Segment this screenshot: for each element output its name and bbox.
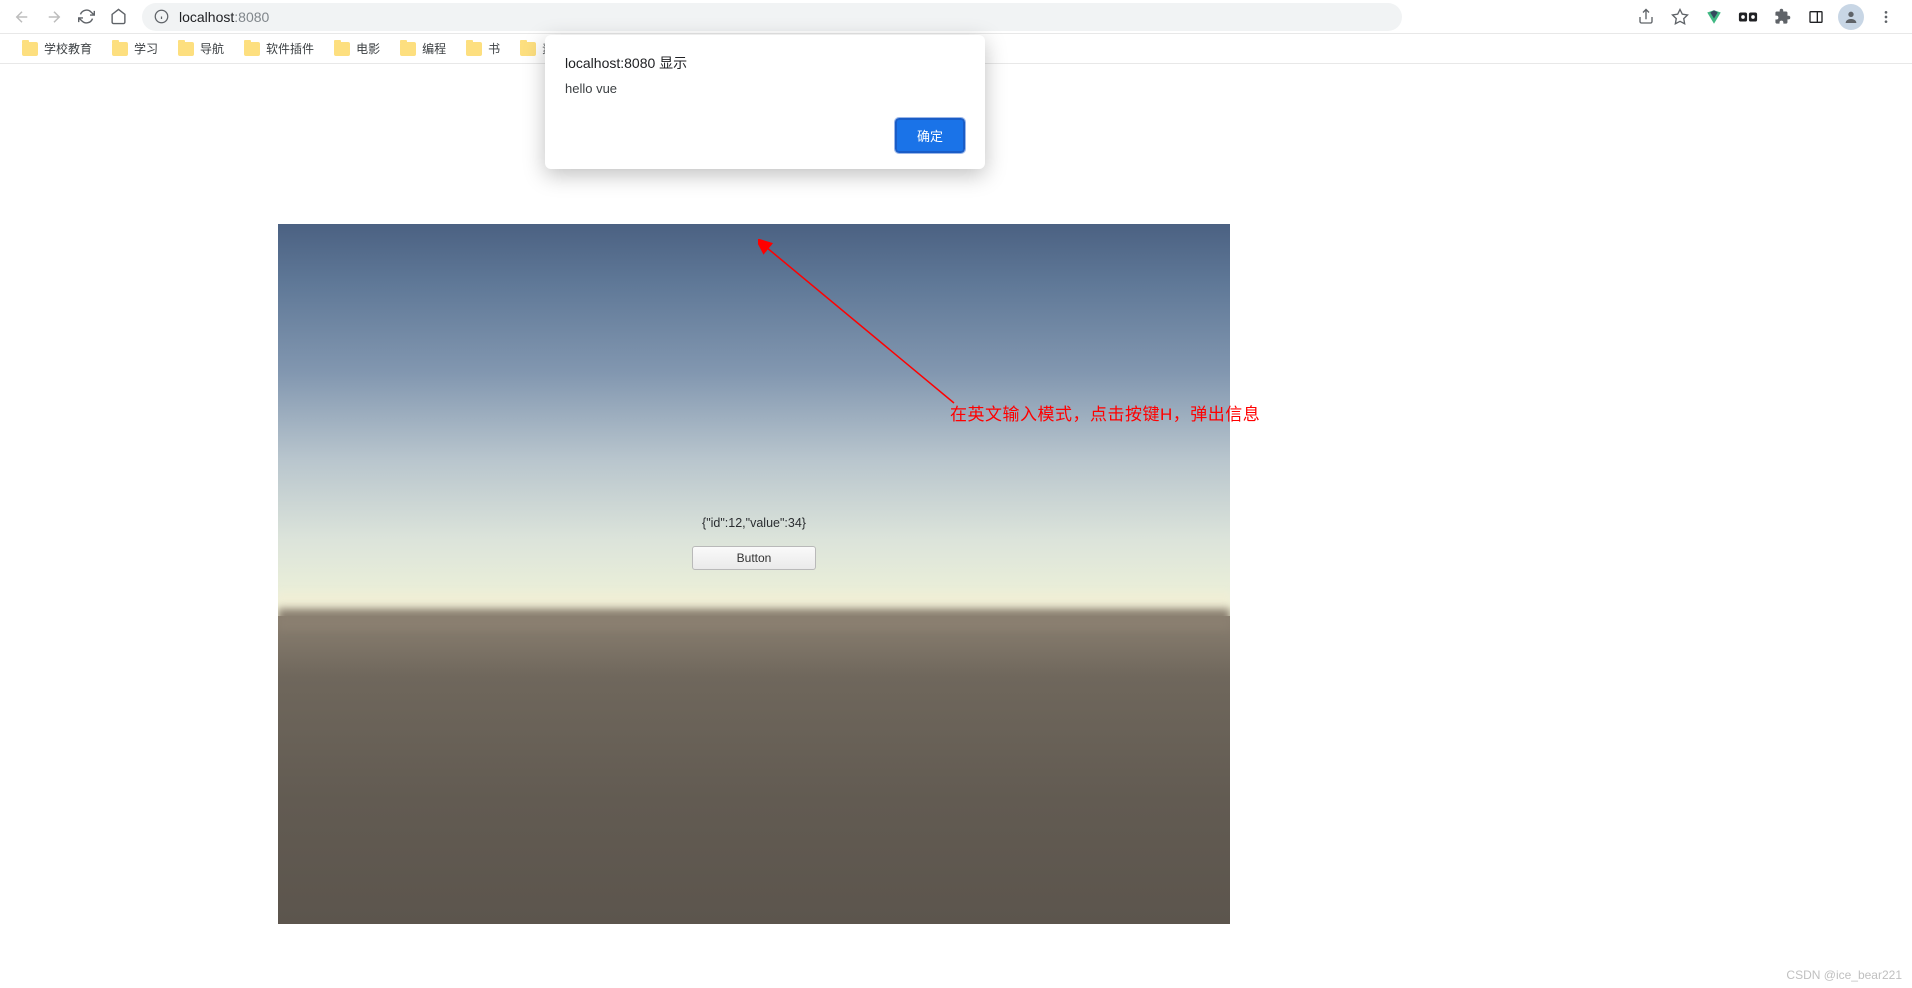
address-bar[interactable]: localhost:8080 — [142, 3, 1402, 31]
folder-icon — [178, 42, 194, 56]
folder-icon — [466, 42, 482, 56]
side-panel-icon[interactable] — [1804, 5, 1828, 29]
unity-ground — [278, 616, 1230, 924]
bookmark-label: 学习 — [134, 40, 158, 57]
bookmark-item[interactable]: 书 — [460, 36, 506, 61]
toolbar-right — [1634, 4, 1904, 30]
bookmark-label: 书 — [488, 40, 500, 57]
profile-avatar[interactable] — [1838, 4, 1864, 30]
folder-icon — [244, 42, 260, 56]
extensions-puzzle-icon[interactable] — [1770, 5, 1794, 29]
reload-button[interactable] — [72, 3, 100, 31]
back-button[interactable] — [8, 3, 36, 31]
unity-canvas[interactable]: {"id":12,"value":34} Button — [278, 224, 1230, 924]
bookmark-star-icon[interactable] — [1668, 5, 1692, 29]
bookmark-item[interactable]: 编程 — [394, 36, 452, 61]
bookmark-item[interactable]: 学校教育 — [16, 36, 98, 61]
page-content: {"id":12,"value":34} Button 在英文输入模式，点击按键… — [0, 64, 1912, 988]
folder-icon — [22, 42, 38, 56]
unity-json-text: {"id":12,"value":34} — [278, 516, 1230, 530]
menu-icon[interactable] — [1874, 5, 1898, 29]
unity-button[interactable]: Button — [692, 546, 816, 570]
watermark: CSDN @ice_bear221 — [1786, 968, 1902, 982]
url-text: localhost:8080 — [179, 9, 269, 25]
url-port: :8080 — [234, 9, 269, 25]
unity-ground-blur — [278, 609, 1230, 629]
browser-toolbar: localhost:8080 — [0, 0, 1912, 34]
bookmark-label: 导航 — [200, 40, 224, 57]
bookmark-label: 编程 — [422, 40, 446, 57]
annotation-text: 在英文输入模式，点击按键H，弹出信息 — [950, 400, 1260, 425]
folder-icon — [400, 42, 416, 56]
bookmark-item[interactable]: 学习 — [106, 36, 164, 61]
js-alert-dialog: localhost:8080 显示 hello vue 确定 — [545, 35, 985, 169]
home-button[interactable] — [104, 3, 132, 31]
alert-actions: 确定 — [565, 118, 965, 153]
bookmark-item[interactable]: 软件插件 — [238, 36, 320, 61]
alert-ok-button[interactable]: 确定 — [895, 118, 965, 153]
folder-icon — [520, 42, 536, 56]
share-icon[interactable] — [1634, 5, 1658, 29]
url-host: localhost — [179, 9, 234, 25]
forward-button[interactable] — [40, 3, 68, 31]
alert-title: localhost:8080 显示 — [565, 53, 965, 73]
bookmark-label: 电影 — [356, 40, 380, 57]
bookmark-item[interactable]: 电影 — [328, 36, 386, 61]
alert-message: hello vue — [565, 81, 965, 96]
folder-icon — [112, 42, 128, 56]
extension-icon[interactable] — [1736, 5, 1760, 29]
bookmark-label: 软件插件 — [266, 40, 314, 57]
vue-devtools-icon[interactable] — [1702, 5, 1726, 29]
folder-icon — [334, 42, 350, 56]
bookmark-label: 学校教育 — [44, 40, 92, 57]
site-info-icon[interactable] — [154, 9, 169, 24]
bookmark-item[interactable]: 导航 — [172, 36, 230, 61]
